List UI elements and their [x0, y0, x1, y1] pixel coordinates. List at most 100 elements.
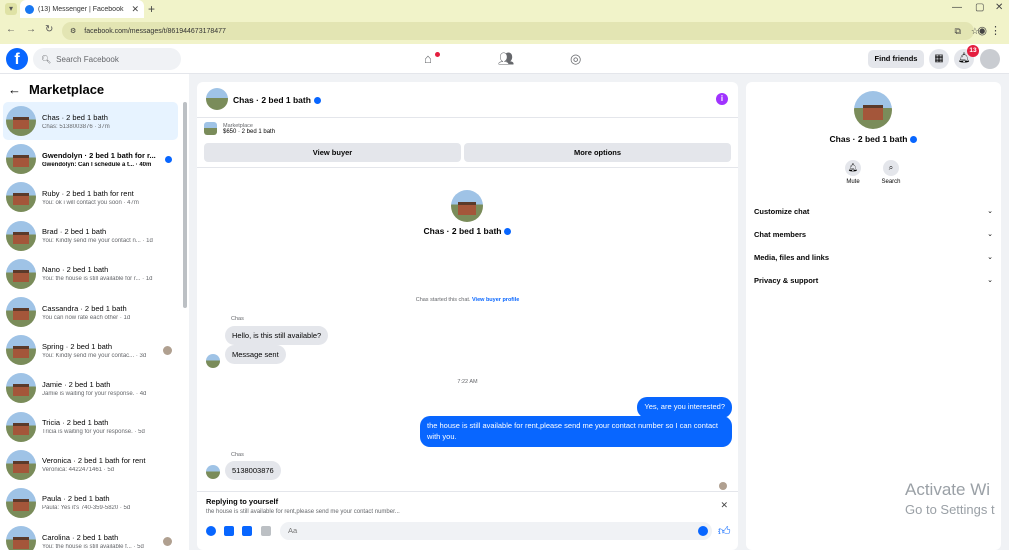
close-reply-icon[interactable]: ✕: [720, 500, 728, 511]
tab-close-icon[interactable]: ✕: [131, 4, 139, 15]
message-input[interactable]: [280, 522, 712, 540]
chat-header: Chas · 2 bed 1 bath i: [197, 82, 738, 118]
incoming-message[interactable]: 5138003876: [225, 461, 281, 480]
marketplace-listing[interactable]: Marketplace $650 · 2 bed 1 bath: [204, 122, 275, 135]
sender-avatar[interactable]: [206, 465, 220, 479]
conversation-text: Cassandra · 2 bed 1 bath You can now rate…: [42, 304, 164, 321]
conversation-preview: Jamie is waiting for your response. · 4d: [42, 390, 147, 397]
search-conversation-button[interactable]: ⌕ Search: [873, 160, 909, 185]
conversation-item[interactable]: Cassandra · 2 bed 1 bath You can now rate…: [0, 293, 181, 331]
sticker-icon[interactable]: [242, 526, 252, 536]
conversation-item[interactable]: Brad · 2 bed 1 bath You: Kindly send me y…: [0, 217, 181, 255]
conversation-text: Chas · 2 bed 1 bath Chas: 5138003876 · 37…: [42, 113, 164, 130]
chat-members-section[interactable]: Chat members ⌄: [754, 226, 993, 242]
view-buyer-profile-link[interactable]: View buyer profile: [472, 297, 519, 303]
close-window-icon[interactable]: ✕: [995, 2, 1003, 13]
groups-icon[interactable]: ◎: [570, 51, 581, 67]
verified-icon: [313, 97, 321, 105]
tab-search-icon[interactable]: ▾: [5, 3, 17, 15]
more-options-button[interactable]: More options: [464, 143, 731, 162]
outgoing-message[interactable]: the house is still available for rent,pl…: [420, 416, 732, 447]
conversation-item[interactable]: Ruby · 2 bed 1 bath for rent You: ok i wi…: [0, 178, 181, 216]
privacy-support-section[interactable]: Privacy & support ⌄: [754, 272, 993, 288]
mute-button[interactable]: 🔔︎ Mute: [835, 160, 871, 185]
reload-icon[interactable]: ↻: [45, 24, 53, 35]
friends-icon[interactable]: 👥︎: [498, 51, 515, 67]
conversation-item[interactable]: Nano · 2 bed 1 bath You: the house is sti…: [0, 255, 181, 293]
back-icon[interactable]: ←: [6, 24, 16, 35]
gif-icon[interactable]: [261, 526, 271, 536]
forward-icon[interactable]: →: [26, 24, 36, 35]
conversation-info-icon[interactable]: i: [716, 93, 728, 105]
conversation-item[interactable]: Gwendolyn · 2 bed 1 bath for r... Gwendol…: [0, 140, 181, 178]
seen-avatar: [163, 346, 172, 356]
profile-avatar[interactable]: [451, 190, 483, 222]
details-avatar[interactable]: [854, 91, 892, 129]
conversation-avatar: [6, 373, 36, 404]
section-label: Media, files and links: [754, 252, 830, 262]
conversation-name: Carolina · 2 bed 1 bath: [42, 532, 119, 542]
outgoing-message[interactable]: Yes, are you interested?: [637, 397, 732, 418]
reply-quoted-text: the house is still available for rent,pl…: [206, 509, 400, 515]
site-info-icon[interactable]: ⚙: [70, 27, 76, 35]
chat-title[interactable]: Chas · 2 bed 1 bath: [233, 95, 321, 105]
conversation-item[interactable]: Paula · 2 bed 1 bath Paula: Yes it's 740-…: [0, 484, 181, 522]
restore-icon[interactable]: ▢: [975, 2, 984, 13]
conversation-preview: Tricia is waiting for your response. · 5…: [42, 429, 145, 436]
install-app-icon[interactable]: ⧉: [954, 26, 960, 37]
conversation-avatar: [6, 411, 36, 442]
account-avatar[interactable]: [980, 49, 1000, 69]
sender-name: Chas: [231, 316, 244, 322]
chat-title-text: Chas · 2 bed 1 bath: [233, 95, 311, 105]
minimize-icon[interactable]: —: [952, 2, 962, 13]
conversation-item[interactable]: Carolina · 2 bed 1 bath You: the house is…: [0, 522, 181, 550]
back-arrow-icon[interactable]: ←: [8, 82, 21, 97]
divider: [197, 167, 738, 168]
message-composer: 👍︎: [197, 521, 738, 547]
browser-tab[interactable]: (13) Messenger | Facebook ✕: [20, 0, 144, 18]
incoming-message[interactable]: Hello, is this still available?: [225, 326, 329, 345]
incoming-message[interactable]: Message sent: [225, 345, 286, 364]
sender-avatar[interactable]: [206, 354, 220, 368]
conversation-item[interactable]: Chas · 2 bed 1 bath Chas: 5138003876 · 37…: [3, 102, 178, 141]
listing-thumbnail: [204, 122, 217, 135]
browser-profile-icon[interactable]: ◉ ⋮: [977, 24, 1001, 37]
media-files-links-section[interactable]: Media, files and links ⌄: [754, 249, 993, 265]
photo-icon[interactable]: [224, 526, 234, 536]
chat-avatar[interactable]: [206, 88, 228, 110]
conversation-item[interactable]: Spring · 2 bed 1 bath You: Kindly send me…: [0, 331, 181, 369]
started-text: Chas started this chat.: [415, 297, 471, 303]
sidebar-title: Marketplace: [29, 82, 105, 97]
emoji-icon[interactable]: [698, 526, 708, 536]
windows-activation-watermark: Activate Wi Go to Settings t: [905, 480, 995, 517]
listing-price: $650 · 2 bed 1 bath: [223, 128, 276, 135]
find-friends-button[interactable]: Find friends: [868, 50, 924, 68]
conversation-item[interactable]: Veronica · 2 bed 1 bath for rent Veronica…: [0, 446, 181, 484]
chevron-down-icon: ⌄: [987, 231, 993, 238]
conversation-text: Nano · 2 bed 1 bath You: the house is sti…: [42, 265, 164, 282]
facebook-search[interactable]: 🔍︎ Search Facebook: [33, 48, 181, 70]
section-label: Privacy & support: [754, 275, 819, 285]
menu-grid-icon[interactable]: ▦: [929, 49, 949, 69]
customize-chat-section[interactable]: Customize chat ⌄: [754, 203, 993, 219]
microphone-icon[interactable]: [206, 526, 216, 536]
watermark-line1: Activate Wi: [905, 480, 991, 499]
conversation-name: Chas · 2 bed 1 bath: [42, 112, 108, 122]
conversation-preview: You: the house is still available f... ·…: [42, 543, 144, 550]
conversation-item[interactable]: Jamie · 2 bed 1 bath Jamie is waiting for…: [0, 369, 181, 407]
view-buyer-button[interactable]: View buyer: [204, 143, 461, 162]
conversation-name: Cassandra · 2 bed 1 bath: [42, 303, 127, 313]
conversation-preview: Gwendolyn: Can I schedule a t... · 40m: [42, 161, 152, 168]
browser-tabbar: ▾ (13) Messenger | Facebook ✕ + — ▢ ✕: [0, 0, 1009, 18]
url-field[interactable]: ⚙ facebook.com/messages/t/86194467317847…: [62, 22, 974, 40]
new-tab-icon[interactable]: +: [148, 2, 155, 16]
seen-avatar: [163, 537, 172, 547]
conversation-item[interactable]: Tricia · 2 bed 1 bath Tricia is waiting f…: [0, 408, 181, 446]
facebook-logo-icon[interactable]: f: [6, 48, 28, 70]
conversation-avatar: [6, 258, 36, 289]
thumbs-up-icon[interactable]: 👍︎: [718, 524, 731, 539]
search-icon: ⌕: [883, 160, 899, 176]
marketplace-sidebar: ← Marketplace Chas · 2 bed 1 bath Chas: 5…: [0, 74, 189, 550]
sidebar-scrollbar[interactable]: [183, 102, 187, 308]
home-icon[interactable]: ⌂: [424, 51, 432, 66]
